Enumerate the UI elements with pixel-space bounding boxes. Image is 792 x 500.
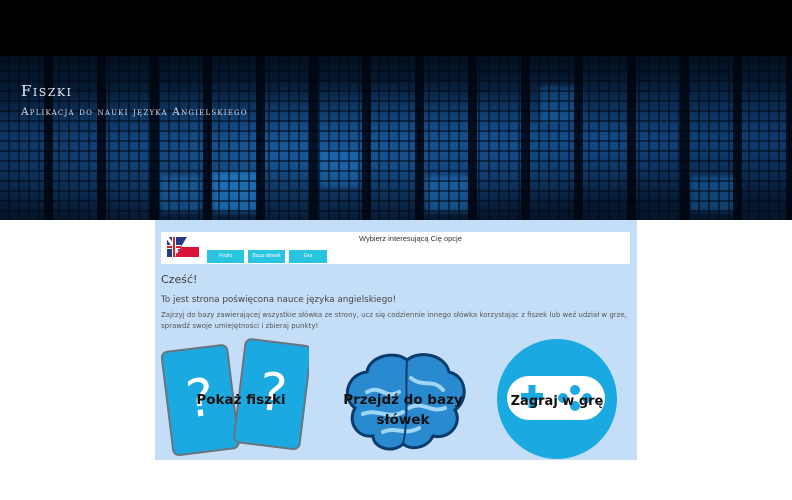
nav-button-word-base[interactable]: Baza słówek — [248, 250, 285, 263]
intro-text: To jest strona poświęcona nauce języka a… — [161, 295, 397, 305]
nav-button-game[interactable]: Gra — [289, 250, 327, 263]
banner-grid-pattern — [0, 56, 792, 220]
header-banner — [0, 56, 792, 220]
nav-button-fiszki[interactable]: Fiszki — [207, 250, 244, 263]
description-text: Zajrzyj do bazy zawierającej wszystkie s… — [161, 311, 627, 330]
word-base-tile[interactable]: Przejdź do bazy słówek — [333, 348, 473, 460]
show-flashcards-tile[interactable]: ? ? Pokaż fiszki — [160, 338, 312, 458]
play-game-tile[interactable]: Zagraj w grę — [495, 338, 619, 460]
site-subtitle: Aplikacja do nauki języka Angielskiego — [21, 106, 248, 118]
uk-poland-flag-icon — [167, 237, 199, 257]
word-base-label-line1: Przejdź do bazy — [343, 392, 463, 408]
play-game-label: Zagraj w grę — [510, 394, 604, 409]
top-black-bar — [0, 0, 792, 56]
nav-prompt: Wybierz interesującą Cię opcje — [359, 234, 462, 243]
site-title[interactable]: Fiszki — [21, 82, 73, 100]
main-panel: Wybierz interesującą Cię opcje Fiszki Ba… — [155, 220, 637, 460]
greeting-heading: Cześć! — [161, 273, 198, 286]
word-base-label-line2: słówek — [376, 412, 430, 428]
show-flashcards-label: Pokaż fiszki — [196, 392, 286, 408]
nav-box: Wybierz interesującą Cię opcje Fiszki Ba… — [161, 232, 630, 264]
